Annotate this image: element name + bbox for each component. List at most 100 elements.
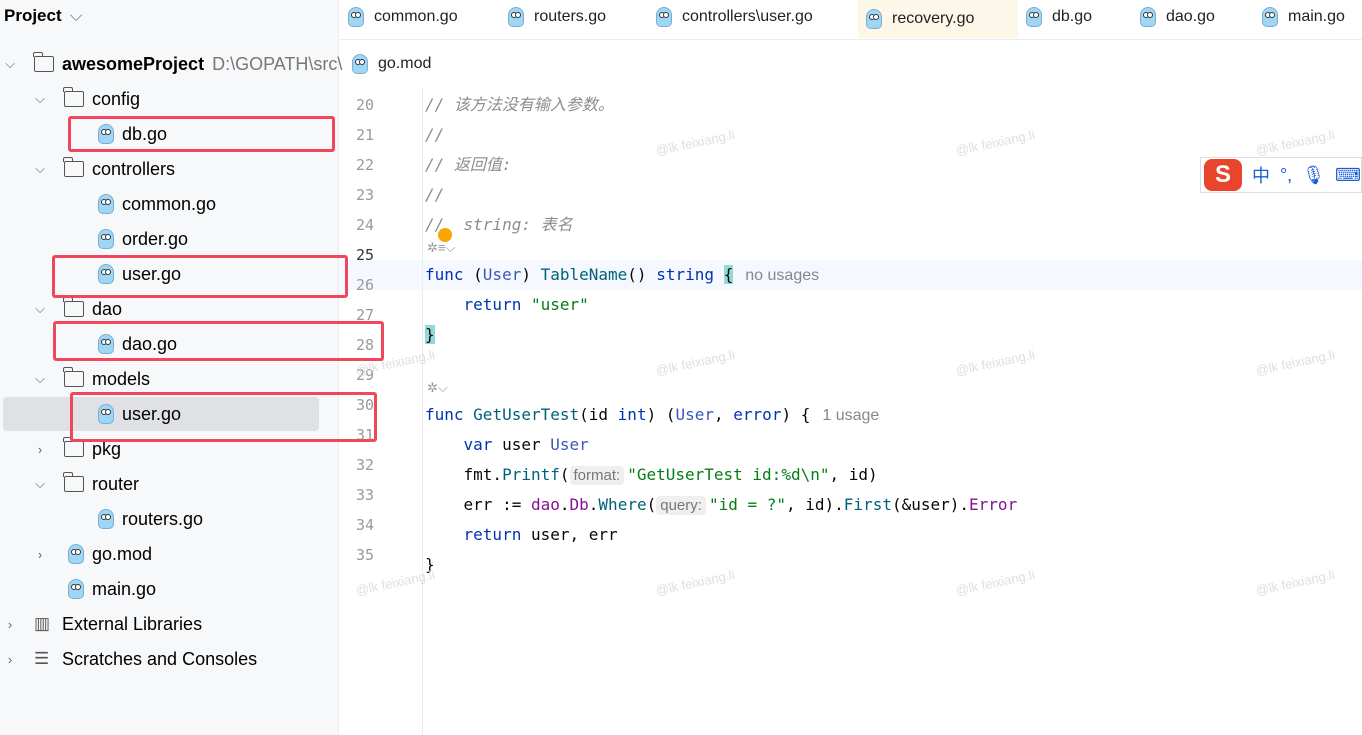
sogou-logo: S bbox=[1204, 159, 1242, 191]
code-line-25: func (User) TableName() string {no usage… bbox=[425, 265, 820, 284]
go-file-icon bbox=[348, 7, 364, 27]
watermark: @lk feixiang.li bbox=[1254, 566, 1337, 599]
chevron-down-icon[interactable]: ⌵ bbox=[34, 301, 46, 316]
chevron-down-icon[interactable]: ⌵ bbox=[34, 476, 46, 491]
highlight-box bbox=[53, 321, 384, 361]
go-mod-icon bbox=[68, 544, 84, 564]
folder-icon bbox=[63, 367, 84, 387]
tab-label: controllers\user.go bbox=[682, 8, 813, 25]
project-title: Project bbox=[4, 6, 62, 25]
code-line-24: // string: 表名 bbox=[425, 215, 573, 234]
watermark: @lk feixiang.li bbox=[954, 346, 1037, 379]
ai-action-icon[interactable]: ✲⌵ bbox=[427, 380, 448, 396]
ime-punct-button[interactable]: °, bbox=[1280, 165, 1292, 186]
string-literal: "GetUserTest id:%d\n" bbox=[627, 465, 830, 484]
string-literal: "user" bbox=[530, 295, 589, 314]
tree-item-label: router bbox=[92, 473, 140, 494]
code-line-22: // 返回值: bbox=[425, 155, 512, 174]
folder-icon bbox=[63, 87, 84, 107]
tab-label: routers.go bbox=[534, 8, 607, 25]
watermark: @lk feixiang.li bbox=[954, 126, 1037, 159]
watermark: @lk feixiang.li bbox=[1254, 346, 1337, 379]
tree-item-label: controllers bbox=[92, 158, 176, 179]
chevron-right-icon[interactable]: › bbox=[34, 442, 46, 457]
folder-icon bbox=[63, 437, 84, 457]
tab-main-go[interactable]: main.go bbox=[1254, 0, 1345, 34]
line-number: 34 bbox=[355, 516, 374, 534]
folder-icon bbox=[63, 157, 84, 177]
tree-item-label: main.go bbox=[92, 578, 157, 599]
tab-dao-go[interactable]: dao.go bbox=[1132, 0, 1215, 34]
go-file-icon bbox=[866, 9, 882, 29]
tree-item-label: awesomeProject D:\GOPATH\src\ bbox=[62, 53, 343, 74]
project-view-selector[interactable]: Project ⌵ bbox=[4, 6, 83, 26]
chevron-right-icon[interactable]: › bbox=[4, 652, 16, 667]
chevron-down-icon: ⌵ bbox=[69, 6, 83, 25]
watermark: @lk feixiang.li bbox=[654, 346, 737, 379]
watermark: @lk feixiang.li bbox=[654, 566, 737, 599]
tree-item-label: models bbox=[92, 368, 151, 389]
go-file-icon bbox=[98, 194, 114, 214]
go-file-icon bbox=[1140, 7, 1156, 27]
tab-label: db.go bbox=[1052, 8, 1093, 25]
line-number: 32 bbox=[355, 456, 374, 474]
tree-item-label: common.go bbox=[122, 193, 217, 214]
highlight-box bbox=[70, 392, 377, 442]
ime-mode-button[interactable]: 中 bbox=[1252, 162, 1270, 188]
editor-tabs: common.go routers.go controllers\user.go re… bbox=[340, 0, 1362, 40]
scratches-icon: ☰ bbox=[34, 649, 50, 668]
ime-toolbar[interactable]: S 中 °, 🎙 ⌨ bbox=[1200, 157, 1362, 193]
line-number: 22 bbox=[355, 156, 374, 174]
code-line-20: // 该方法没有输入参数。 bbox=[425, 95, 614, 114]
go-file-icon bbox=[508, 7, 524, 27]
chevron-right-icon[interactable]: › bbox=[34, 547, 46, 562]
tree-item-label: Scratches and Consoles bbox=[62, 648, 258, 669]
line-number: 21 bbox=[355, 126, 374, 144]
project-tool-window: Project ⌵ ⌵ awesomeProject D:\GOPATH\src\ ⌵ c… bbox=[0, 0, 343, 735]
code-line-26: return "user" bbox=[463, 295, 589, 314]
editor-tabs-row2: go.mod bbox=[340, 40, 1362, 88]
chevron-down-icon[interactable]: ⌵ bbox=[4, 56, 16, 71]
folder-icon bbox=[33, 52, 54, 72]
go-mod-icon bbox=[352, 54, 368, 74]
go-file-icon bbox=[98, 509, 114, 529]
go-file-icon bbox=[68, 579, 84, 599]
usages-hint[interactable]: no usages bbox=[745, 267, 819, 284]
tab-routers-go[interactable]: routers.go bbox=[500, 0, 606, 34]
code-line-32: err := dao.Db.Where(query: "id = ?", id).… bbox=[425, 495, 1018, 515]
go-file-icon bbox=[656, 7, 672, 27]
tab-label: dao.go bbox=[1166, 8, 1215, 25]
ai-action-icon[interactable]: ✲≡⌵ bbox=[427, 240, 455, 256]
tab-label: recovery.go bbox=[892, 10, 975, 27]
tab-go-mod[interactable]: go.mod bbox=[344, 47, 431, 81]
param-hint: query: bbox=[656, 496, 706, 515]
tree-item-label: config bbox=[92, 88, 141, 109]
watermark: @lk feixiang.li bbox=[954, 566, 1037, 599]
watermark: @lk feixiang.li bbox=[654, 126, 737, 159]
code-line-29: func GetUserTest(id int) (User, error) {… bbox=[425, 405, 880, 424]
line-number: 24 bbox=[355, 216, 374, 234]
go-file-icon bbox=[98, 229, 114, 249]
tab-common-go[interactable]: common.go bbox=[340, 0, 458, 34]
chevron-down-icon[interactable]: ⌵ bbox=[34, 371, 46, 386]
tree-item-label: go.mod bbox=[92, 543, 153, 564]
tree-item-label: External Libraries bbox=[62, 613, 203, 634]
usages-hint[interactable]: 1 usage bbox=[822, 407, 879, 424]
tab-controllers-user-go[interactable]: controllers\user.go bbox=[648, 0, 813, 34]
line-number: 20 bbox=[355, 96, 374, 114]
line-number: 33 bbox=[355, 486, 374, 504]
tab-db-go[interactable]: db.go bbox=[1018, 0, 1092, 34]
highlight-box bbox=[52, 255, 348, 298]
mic-icon[interactable]: 🎙 bbox=[1302, 165, 1325, 186]
chevron-down-icon[interactable]: ⌵ bbox=[34, 91, 46, 106]
folder-icon bbox=[63, 297, 84, 317]
chevron-right-icon[interactable]: › bbox=[4, 617, 16, 632]
tab-label: main.go bbox=[1288, 8, 1345, 25]
tab-recovery-go[interactable]: recovery.go bbox=[858, 0, 1018, 38]
keyboard-icon[interactable]: ⌨ bbox=[1335, 165, 1361, 186]
tree-item-label: order.go bbox=[122, 228, 189, 249]
code-line-30: var user User bbox=[463, 435, 589, 454]
line-number: 35 bbox=[355, 546, 374, 564]
chevron-down-icon[interactable]: ⌵ bbox=[34, 161, 46, 176]
tab-label: common.go bbox=[374, 8, 458, 25]
